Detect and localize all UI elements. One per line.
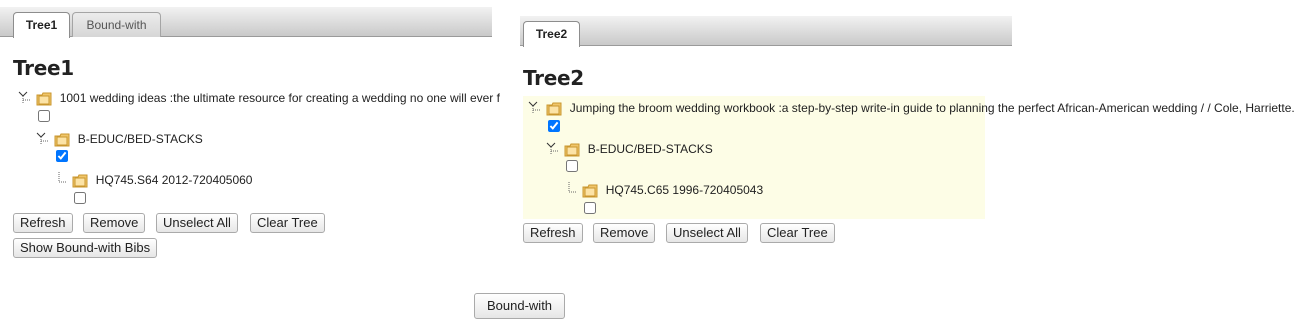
tree2-area: Jumping the broom wedding workbook :a st… [523, 96, 1295, 219]
tree1-panel: Tree1 Bound-with Tree1 1001 wedding idea… [0, 0, 500, 262]
tree-node[interactable]: HQ745.S64 2012-720405060 [51, 170, 252, 188]
tree-node-checkbox[interactable] [56, 150, 68, 162]
tree-node[interactable]: HQ745.C65 1996-720405043 [561, 180, 763, 198]
tree-node-label[interactable]: 1001 wedding ideas :the ultimate resourc… [60, 91, 500, 105]
tree-node-label[interactable]: Jumping the broom wedding workbook :a st… [570, 101, 1295, 115]
folder-icon [72, 173, 88, 188]
tree-line-icon [561, 181, 579, 198]
tree-expand-icon[interactable] [33, 131, 51, 147]
tree-node-checkbox[interactable] [548, 120, 560, 132]
tab-tree2[interactable]: Tree2 [523, 21, 580, 47]
remove-button[interactable]: Remove [593, 223, 656, 243]
tree-node[interactable]: B-EDUC/BED-STACKS [33, 129, 203, 147]
tree-node[interactable]: B-EDUC/BED-STACKS [543, 139, 713, 157]
tree1-title: Tree1 [13, 56, 74, 80]
folder-icon [564, 142, 580, 157]
clear-tree-button[interactable]: Clear Tree [760, 223, 835, 243]
tab-bound-with[interactable]: Bound-with [72, 12, 161, 37]
tree1-area: 1001 wedding ideas :the ultimate resourc… [13, 86, 500, 208]
folder-icon [582, 183, 598, 198]
clear-tree-button[interactable]: Clear Tree [250, 213, 325, 233]
refresh-button[interactable]: Refresh [523, 223, 583, 243]
tree-node-checkbox[interactable] [38, 110, 50, 122]
folder-icon [54, 132, 70, 147]
show-bound-with-bibs-button[interactable]: Show Bound-with Bibs [13, 238, 158, 258]
tree-node-label[interactable]: HQ745.S64 2012-720405060 [96, 173, 253, 187]
tree1-tabbar: Tree1 Bound-with [0, 7, 492, 38]
tree-node[interactable]: Jumping the broom wedding workbook :a st… [525, 98, 1295, 116]
tree-node-label[interactable]: HQ745.C65 1996-720405043 [606, 183, 763, 197]
tree-node[interactable]: 1001 wedding ideas :the ultimate resourc… [15, 88, 500, 106]
tree-expand-icon[interactable] [15, 90, 33, 106]
tree2-title: Tree2 [523, 66, 584, 90]
tree2-tabbar: Tree2 [520, 16, 1012, 47]
unselect-all-button[interactable]: Unselect All [156, 213, 238, 233]
tree2-panel: Tree2 Tree2 Jumping the broom wedding wo… [510, 10, 1307, 250]
bound-with-button[interactable]: Bound-with [474, 293, 566, 319]
tree-node-label[interactable]: B-EDUC/BED-STACKS [78, 132, 203, 146]
folder-icon [36, 91, 52, 106]
tree-node-label[interactable]: B-EDUC/BED-STACKS [588, 142, 713, 156]
folder-icon [546, 101, 562, 116]
tree-expand-icon[interactable] [543, 141, 561, 157]
refresh-button[interactable]: Refresh [13, 213, 73, 233]
tree-expand-icon[interactable] [525, 100, 543, 116]
tree-node-checkbox[interactable] [74, 192, 86, 204]
tree-node-checkbox[interactable] [584, 202, 596, 214]
tree-line-icon [51, 171, 69, 188]
remove-button[interactable]: Remove [83, 213, 146, 233]
tab-tree1[interactable]: Tree1 [13, 12, 70, 38]
unselect-all-button[interactable]: Unselect All [666, 223, 748, 243]
tree-node-checkbox[interactable] [566, 160, 578, 172]
